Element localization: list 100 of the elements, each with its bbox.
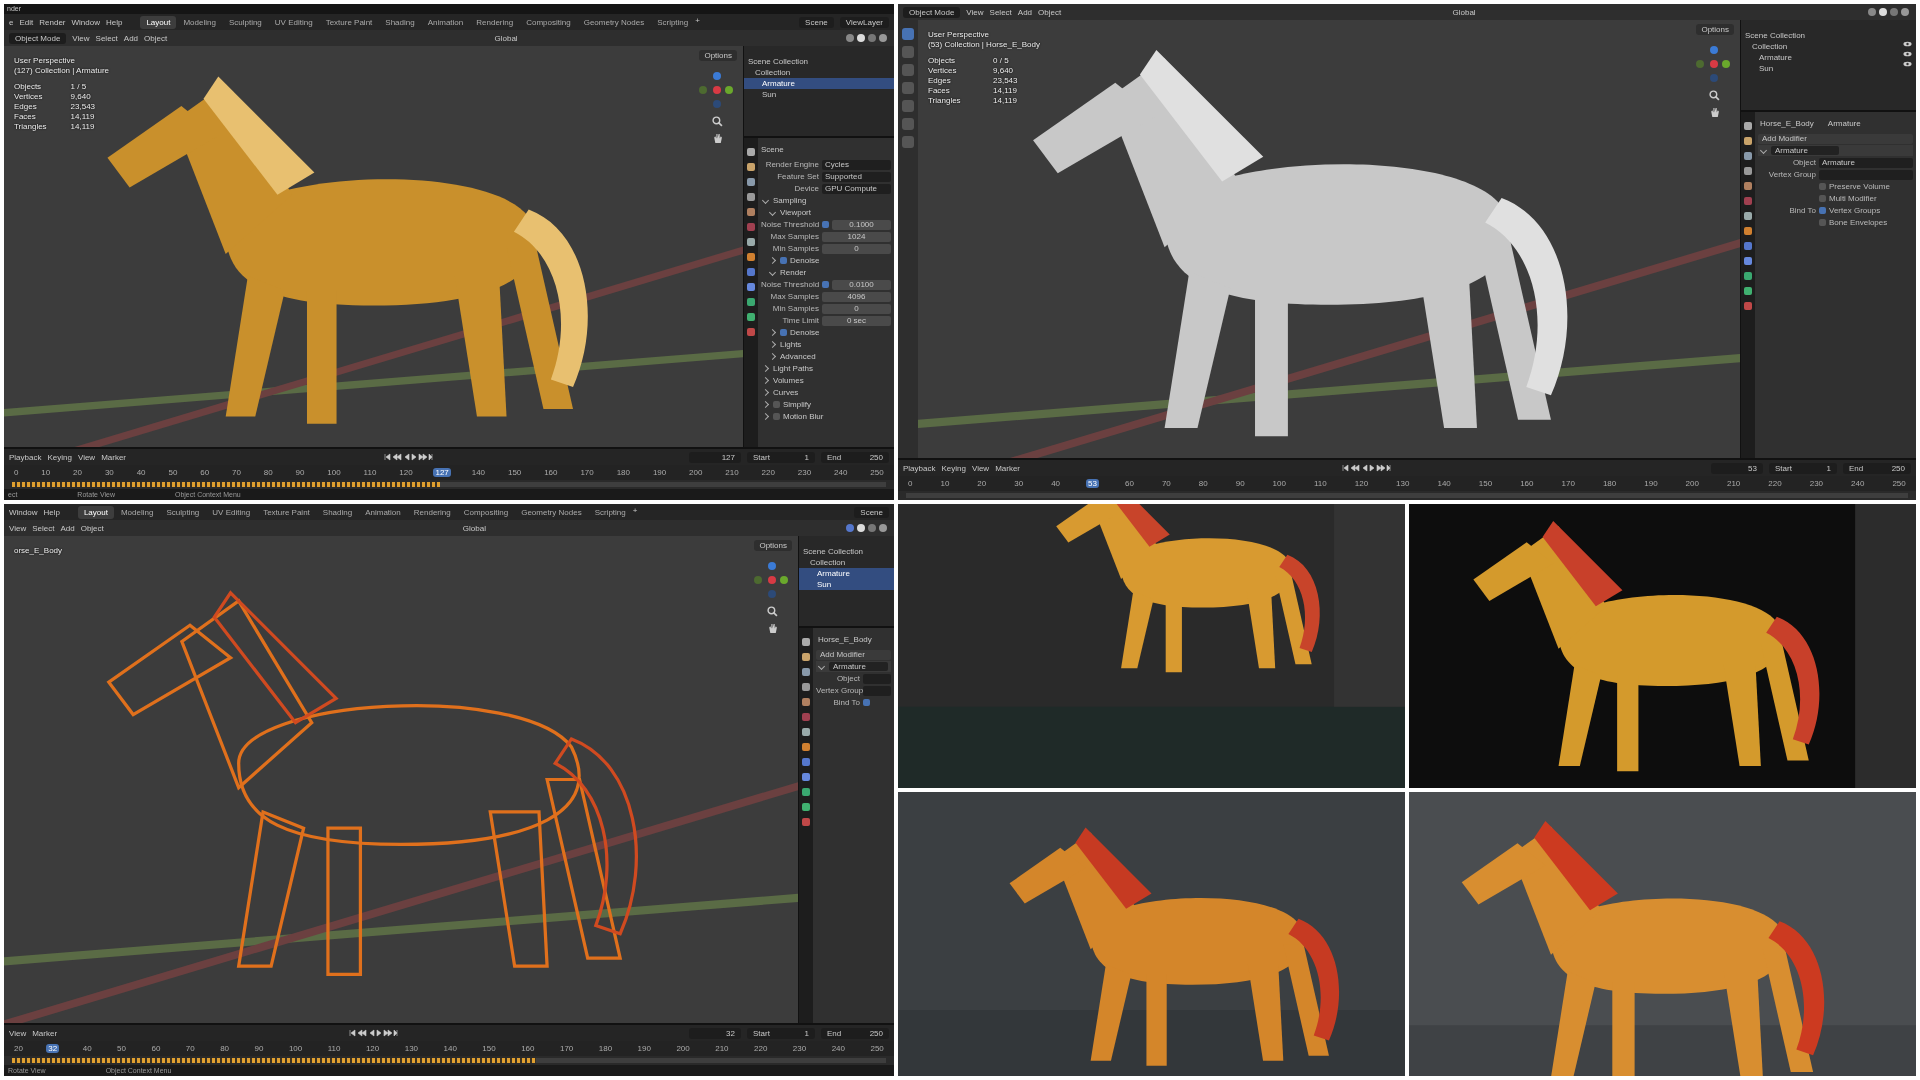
workspace-tab[interactable]: Texture Paint xyxy=(319,15,379,29)
tool-icon[interactable] xyxy=(902,118,914,130)
workspace-tab[interactable]: Animation xyxy=(359,505,407,519)
menu-item[interactable]: Marker xyxy=(101,452,127,462)
outliner-item[interactable]: Sun xyxy=(1741,63,1916,74)
add-workspace-button[interactable]: + xyxy=(632,505,638,519)
menu-item[interactable]: View xyxy=(72,33,90,43)
eye-icon[interactable] xyxy=(1903,41,1912,47)
workspace-tab[interactable]: Modeling xyxy=(177,15,222,29)
zoom-icon[interactable] xyxy=(711,116,723,127)
playback-controls-icon[interactable] xyxy=(1340,464,1391,472)
outliner-item[interactable]: Collection xyxy=(744,67,894,78)
outliner-item[interactable]: Sun xyxy=(744,89,894,100)
workspace-tab[interactable]: Scripting xyxy=(651,15,695,29)
menu-item[interactable]: Window xyxy=(71,17,100,27)
property-field[interactable]: 0 sec xyxy=(822,315,891,326)
playback-controls-icon[interactable] xyxy=(348,1029,399,1037)
workspace-tab[interactable]: Scripting xyxy=(588,505,632,519)
current-frame-field[interactable]: 53 xyxy=(1711,462,1763,474)
transform-orientation-dropdown[interactable]: Global xyxy=(494,33,518,43)
current-frame-field[interactable]: 32 xyxy=(689,1027,741,1039)
tool-icon[interactable] xyxy=(902,100,914,112)
outliner-item[interactable]: Collection xyxy=(799,557,894,568)
checkbox[interactable] xyxy=(1819,207,1826,214)
frame-number[interactable]: 32 xyxy=(46,1044,60,1053)
menu-item[interactable]: Add xyxy=(123,33,139,43)
add-modifier-dropdown[interactable]: Add Modifier xyxy=(1758,133,1913,144)
tool-icon[interactable] xyxy=(902,64,914,76)
hand-icon[interactable] xyxy=(711,133,723,144)
scene-field[interactable]: Scene xyxy=(854,506,889,518)
workspace-tab[interactable]: Sculpting xyxy=(222,15,268,29)
frame-number[interactable]: 127 xyxy=(433,468,451,477)
outliner-item[interactable]: Armature xyxy=(1741,52,1916,63)
property-field[interactable]: 0.1000 xyxy=(832,219,891,230)
workspace-tab[interactable]: Sculpting xyxy=(160,505,206,519)
menu-item[interactable]: e xyxy=(9,17,14,27)
tool-icon[interactable] xyxy=(902,136,914,148)
section-header[interactable]: Simplify xyxy=(783,400,811,409)
workspace-tab[interactable]: Compositing xyxy=(457,505,515,519)
menu-item[interactable]: Window xyxy=(9,507,38,517)
options-dropdown[interactable]: Options xyxy=(754,540,792,551)
frame-range-value[interactable]: 250 xyxy=(869,452,883,462)
modifier-name-field[interactable]: Armature xyxy=(829,662,888,671)
section-header[interactable]: Sampling xyxy=(773,196,807,205)
eye-icon[interactable] xyxy=(1903,51,1912,57)
checkbox[interactable] xyxy=(822,221,829,228)
tool-icon[interactable] xyxy=(902,46,914,58)
workspace-tab[interactable]: Animation xyxy=(421,15,470,29)
workspace-tab[interactable]: Layout xyxy=(140,15,177,29)
workspace-tab[interactable]: Modeling xyxy=(114,505,160,519)
checkbox[interactable] xyxy=(1819,219,1826,226)
section-header[interactable]: Motion Blur xyxy=(783,412,824,421)
checkbox[interactable] xyxy=(773,413,780,420)
tool-icon[interactable] xyxy=(902,28,914,40)
menu-item[interactable]: Select xyxy=(95,33,118,43)
menu-item[interactable]: Object xyxy=(80,523,104,533)
checkbox[interactable] xyxy=(780,257,787,264)
menu-item[interactable]: Add xyxy=(1017,7,1033,17)
menu-item[interactable]: Select xyxy=(32,523,55,533)
frame-range-value[interactable]: 250 xyxy=(1891,463,1905,473)
section-header[interactable]: Volumes xyxy=(773,376,804,385)
options-dropdown[interactable]: Options xyxy=(1696,24,1734,35)
section-header[interactable]: Render xyxy=(780,268,807,277)
menu-item[interactable]: Marker xyxy=(32,1028,58,1038)
frame-number[interactable]: 53 xyxy=(1086,479,1099,488)
frame-range-value[interactable]: 250 xyxy=(869,1028,883,1038)
viewport-shading-icon[interactable] xyxy=(845,33,889,43)
frame-range-value[interactable]: 1 xyxy=(1826,463,1831,473)
view-layer-field[interactable]: ViewLayer xyxy=(839,16,889,28)
viewport-shading-icon[interactable] xyxy=(1867,7,1911,17)
menu-item[interactable]: View xyxy=(9,523,27,533)
outliner-item[interactable]: Scene Collection xyxy=(1741,30,1916,41)
property-field[interactable]: Armature xyxy=(1819,157,1913,168)
checkbox[interactable] xyxy=(1819,183,1826,190)
outliner-item[interactable]: Scene Collection xyxy=(744,56,894,67)
add-workspace-button[interactable]: + xyxy=(695,15,700,29)
section-header[interactable]: Light Paths xyxy=(773,364,814,373)
property-field[interactable]: 4096 xyxy=(822,291,891,302)
outliner-item[interactable]: Scene Collection xyxy=(799,546,894,557)
transform-orientation-dropdown[interactable]: Global xyxy=(1452,7,1476,17)
checkbox[interactable] xyxy=(773,401,780,408)
workspace-tab[interactable]: Geometry Nodes xyxy=(577,15,651,29)
property-field[interactable]: 0 xyxy=(822,303,891,314)
tool-icon[interactable] xyxy=(902,82,914,94)
property-field[interactable]: 1024 xyxy=(822,231,891,242)
workspace-tab[interactable]: UV Editing xyxy=(268,15,319,29)
property-field[interactable]: Cycles xyxy=(822,159,891,170)
mode-dropdown[interactable]: Object Mode xyxy=(9,32,67,44)
checkbox[interactable] xyxy=(780,329,787,336)
zoom-icon[interactable] xyxy=(1708,90,1720,101)
property-field[interactable]: 0.0100 xyxy=(832,279,891,290)
workspace-tab[interactable]: Layout xyxy=(77,505,114,519)
menu-item[interactable]: Render xyxy=(39,17,66,27)
menu-item[interactable]: View xyxy=(971,463,990,473)
outliner-item[interactable]: Armature xyxy=(799,568,894,579)
property-field[interactable]: Supported xyxy=(822,171,891,182)
options-dropdown[interactable]: Options xyxy=(699,50,737,61)
transform-orientation-dropdown[interactable]: Global xyxy=(462,523,486,533)
menu-item[interactable]: View xyxy=(966,7,984,17)
workspace-tab[interactable]: UV Editing xyxy=(206,505,257,519)
